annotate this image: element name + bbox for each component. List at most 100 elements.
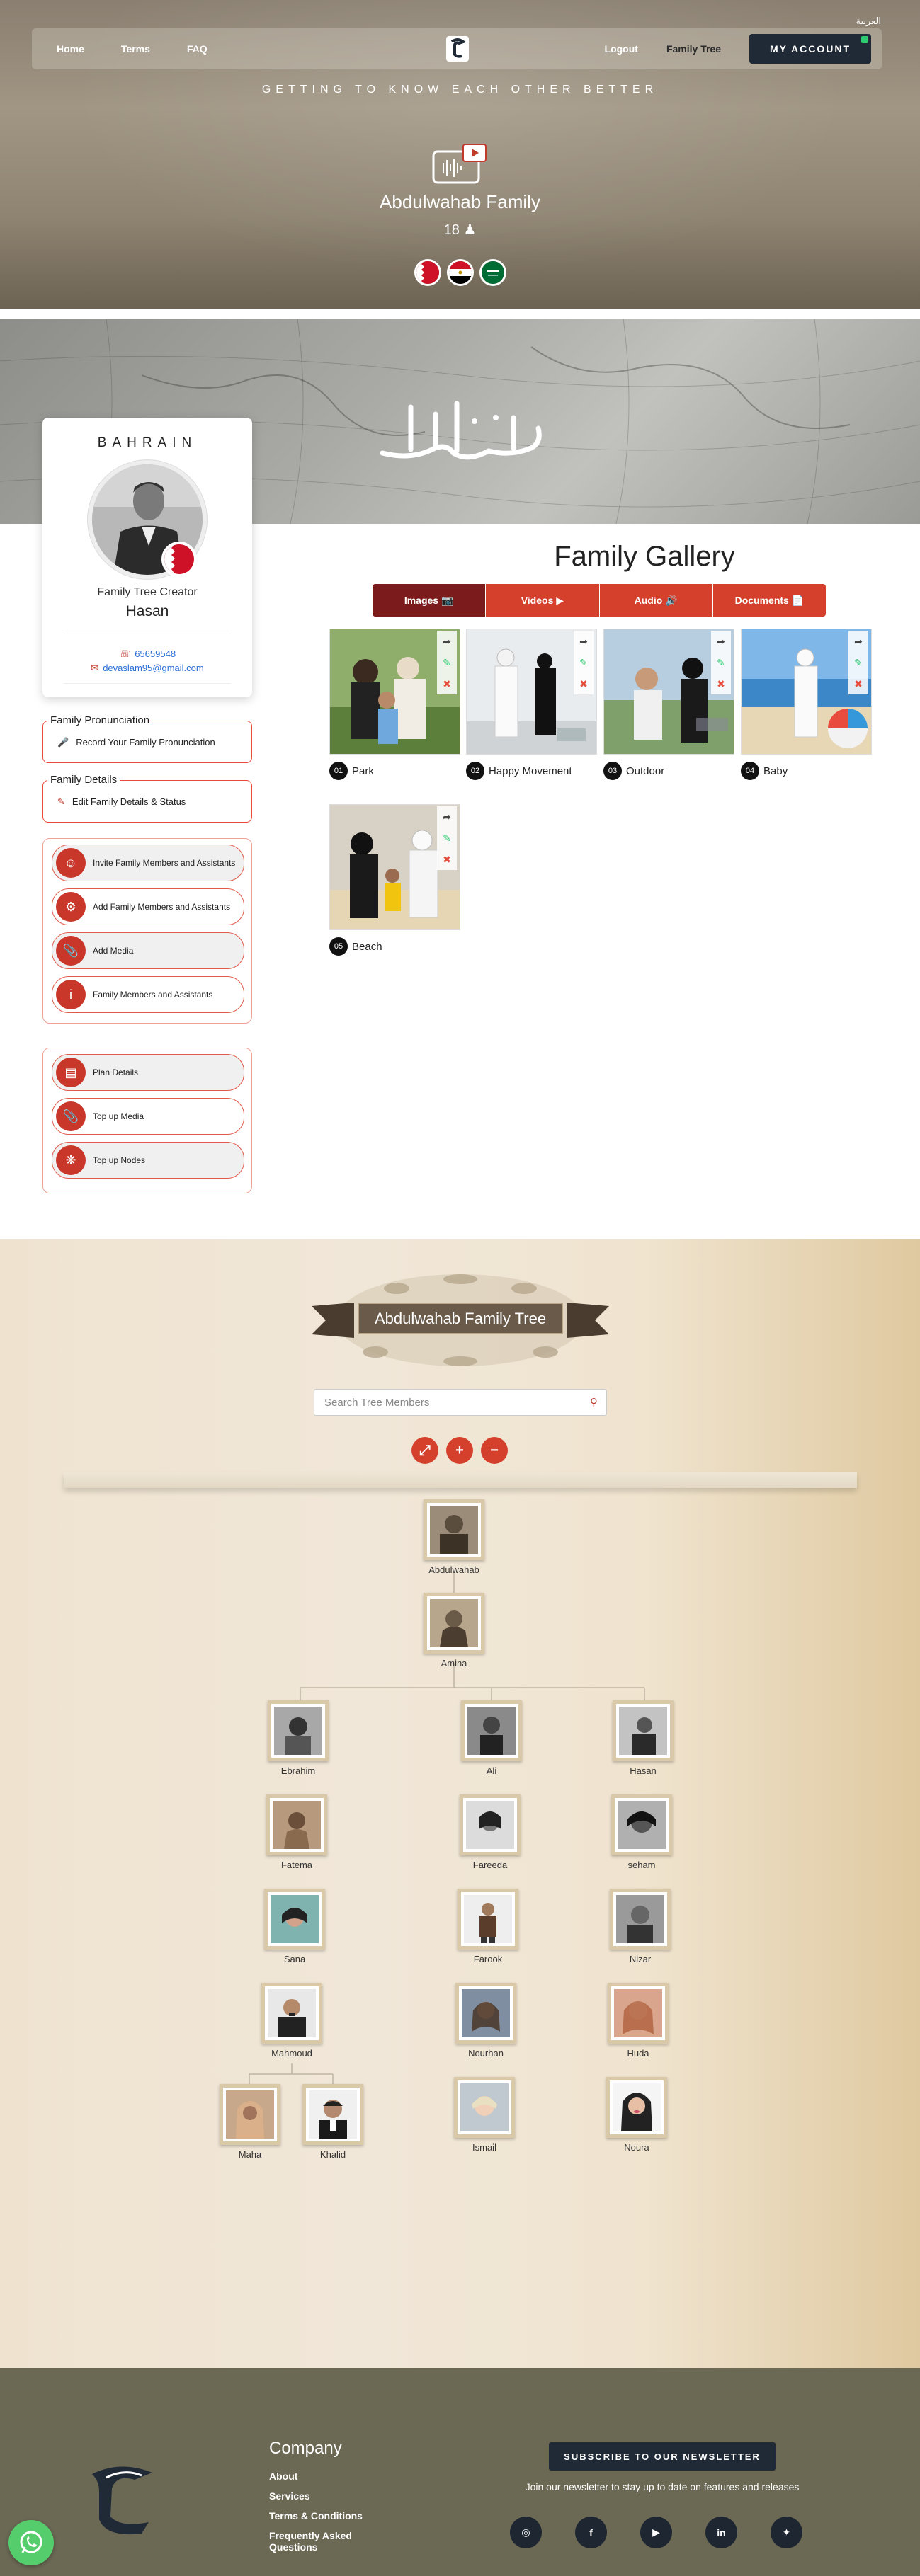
gallery-thumbnail[interactable]: ➦ ✎ ✖: [329, 629, 460, 755]
tree-member[interactable]: Ali: [449, 1700, 534, 1776]
tree-member[interactable]: Fatema: [254, 1794, 339, 1870]
linkedin-icon[interactable]: in: [705, 2517, 737, 2548]
saudi-flag-icon[interactable]: [479, 259, 506, 286]
tree-member[interactable]: Abdulwahab: [411, 1499, 496, 1575]
edit-icon[interactable]: ✎: [579, 657, 588, 669]
tree-member[interactable]: Nourhan: [443, 1983, 528, 2059]
tree-member[interactable]: Maha: [208, 2084, 293, 2160]
email-row[interactable]: ✉ devaslam95@gmail.com: [42, 663, 252, 674]
footer-logo[interactable]: [85, 2460, 163, 2538]
instagram-icon[interactable]: ◎: [510, 2517, 542, 2548]
top-up-media-button[interactable]: 📎 Top up Media: [52, 1098, 244, 1135]
bahrain-flag-icon[interactable]: [414, 259, 441, 286]
top-up-nodes-button[interactable]: ❋ Top up Nodes: [52, 1142, 244, 1179]
nav-logout-link[interactable]: Logout: [605, 43, 638, 55]
add-members-button[interactable]: ⚙ Add Family Members and Assistants: [52, 888, 244, 925]
share-icon[interactable]: ➦: [717, 636, 725, 648]
member-photo[interactable]: [608, 1983, 669, 2044]
tab-videos[interactable]: Videos ▶: [486, 584, 600, 617]
record-pronunciation-link[interactable]: 🎤 Record Your Family Pronunciation: [57, 737, 215, 748]
gallery-thumbnail[interactable]: ➦ ✎ ✖: [741, 629, 872, 755]
delete-icon[interactable]: ✖: [579, 678, 588, 690]
share-icon[interactable]: ➦: [854, 636, 863, 648]
tree-member[interactable]: Amina: [411, 1593, 496, 1668]
member-photo[interactable]: [455, 1983, 516, 2044]
family-members-button[interactable]: i Family Members and Assistants: [52, 976, 244, 1013]
edit-icon[interactable]: ✎: [443, 657, 451, 669]
tree-member[interactable]: Nizar: [598, 1889, 683, 1964]
nav-family-tree-link[interactable]: Family Tree: [666, 43, 721, 55]
share-icon[interactable]: ➦: [443, 636, 451, 648]
family-media-icon[interactable]: [432, 143, 489, 185]
whatsapp-chat-button[interactable]: [8, 2520, 54, 2565]
edit-icon[interactable]: ✎: [443, 832, 451, 845]
subscribe-button[interactable]: SUBSCRIBE TO OUR NEWSLETTER: [549, 2442, 776, 2471]
footer-faq-link[interactable]: Frequently Asked Questions: [269, 2530, 368, 2553]
member-photo[interactable]: [610, 1889, 671, 1950]
member-photo[interactable]: [613, 1700, 674, 1761]
my-account-button[interactable]: MY ACCOUNT: [749, 34, 871, 64]
tab-audio[interactable]: Audio 🔊: [599, 584, 713, 617]
member-photo[interactable]: [220, 2084, 280, 2145]
tree-member[interactable]: Huda: [596, 1983, 681, 2059]
gallery-item[interactable]: ➦ ✎ ✖ 04 Baby: [741, 629, 872, 784]
tree-member[interactable]: Hasan: [601, 1700, 686, 1776]
tree-member[interactable]: Ismail: [442, 2077, 527, 2153]
delete-icon[interactable]: ✖: [443, 854, 451, 866]
edit-family-details-link[interactable]: ✎ Edit Family Details & Status: [57, 796, 186, 808]
share-icon[interactable]: ➦: [443, 811, 451, 823]
edit-icon[interactable]: ✎: [717, 657, 725, 669]
twitter-icon[interactable]: ✦: [771, 2517, 802, 2548]
gallery-thumbnail[interactable]: ➦ ✎ ✖: [603, 629, 734, 755]
phone-row[interactable]: ☏ 65659548: [42, 648, 252, 660]
tree-member[interactable]: Farook: [445, 1889, 530, 1964]
tree-member[interactable]: seham: [599, 1794, 684, 1870]
egypt-flag-icon[interactable]: [447, 259, 474, 286]
member-photo[interactable]: [302, 2084, 363, 2145]
facebook-icon[interactable]: f: [575, 2517, 607, 2548]
invite-members-button[interactable]: ☺ Invite Family Members and Assistants: [52, 845, 244, 881]
language-switch-link[interactable]: العربية: [856, 16, 881, 27]
member-photo[interactable]: [264, 1889, 325, 1950]
member-photo[interactable]: [611, 1794, 672, 1855]
tree-member[interactable]: Mahmoud: [249, 1983, 334, 2059]
member-photo[interactable]: [268, 1700, 329, 1761]
gallery-item[interactable]: ➦ ✎ ✖ 01 Park: [329, 629, 460, 784]
tree-member[interactable]: Sana: [252, 1889, 337, 1964]
gallery-item[interactable]: ➦ ✎ ✖ 02 Happy Movement: [466, 629, 597, 784]
delete-icon[interactable]: ✖: [854, 678, 863, 690]
site-logo[interactable]: [442, 33, 473, 64]
nav-faq-link[interactable]: FAQ: [187, 43, 208, 55]
gallery-thumbnail[interactable]: ➦ ✎ ✖: [329, 804, 460, 930]
nav-terms-link[interactable]: Terms: [121, 43, 150, 55]
tree-member[interactable]: Ebrahim: [256, 1700, 341, 1776]
member-photo[interactable]: [460, 1794, 521, 1855]
tab-images[interactable]: Images 📷: [373, 584, 487, 617]
member-photo[interactable]: [606, 2077, 667, 2138]
member-photo[interactable]: [261, 1983, 322, 2044]
member-photo[interactable]: [424, 1499, 484, 1560]
add-media-button[interactable]: 📎 Add Media: [52, 932, 244, 969]
gallery-item[interactable]: ➦ ✎ ✖ 03 Outdoor: [603, 629, 734, 784]
share-icon[interactable]: ➦: [579, 636, 588, 648]
footer-terms-link[interactable]: Terms & Conditions: [269, 2510, 368, 2521]
nav-home-link[interactable]: Home: [57, 43, 84, 55]
tree-member[interactable]: Noura: [594, 2077, 679, 2153]
youtube-icon[interactable]: ▶: [640, 2517, 672, 2548]
footer-about-link[interactable]: About: [269, 2471, 368, 2482]
footer-services-link[interactable]: Services: [269, 2490, 368, 2502]
edit-icon[interactable]: ✎: [854, 657, 863, 669]
delete-icon[interactable]: ✖: [717, 678, 725, 690]
member-photo[interactable]: [458, 1889, 518, 1950]
tree-member[interactable]: Khalid: [290, 2084, 375, 2160]
delete-icon[interactable]: ✖: [443, 678, 451, 690]
gallery-thumbnail[interactable]: ➦ ✎ ✖: [466, 629, 597, 755]
member-photo[interactable]: [461, 1700, 522, 1761]
member-photo[interactable]: [454, 2077, 515, 2138]
member-photo[interactable]: [424, 1593, 484, 1654]
tab-documents[interactable]: Documents 📄: [712, 584, 826, 617]
member-photo[interactable]: [266, 1794, 327, 1855]
plan-details-button[interactable]: ▤ Plan Details: [52, 1054, 244, 1091]
gallery-item[interactable]: ➦ ✎ ✖ 05 Beach: [329, 804, 460, 960]
tree-member[interactable]: Fareeda: [448, 1794, 533, 1870]
